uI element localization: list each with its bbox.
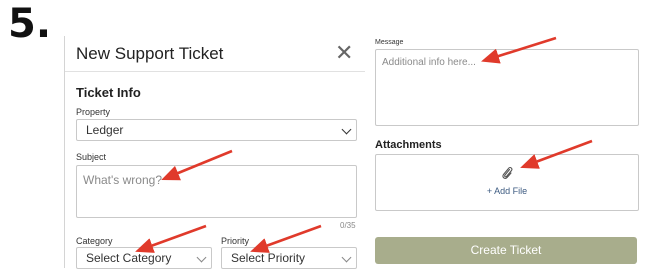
subject-input[interactable]: What's wrong? xyxy=(76,165,357,218)
new-ticket-panel: New Support Ticket ✕ Ticket Info Propert… xyxy=(64,36,365,269)
category-label: Category xyxy=(76,236,113,246)
property-select[interactable]: Ledger xyxy=(76,119,357,141)
create-ticket-button[interactable]: Create Ticket xyxy=(375,237,637,264)
section-title-ticket-info: Ticket Info xyxy=(76,85,141,100)
priority-value: Select Priority xyxy=(231,251,306,265)
add-file-link[interactable]: + Add File xyxy=(376,186,638,196)
attachment-dropzone[interactable]: + Add File xyxy=(375,154,639,211)
attachments-title: Attachments xyxy=(375,139,442,151)
chevron-down-icon xyxy=(341,124,352,135)
chevron-down-icon xyxy=(196,252,207,263)
subject-placeholder: What's wrong? xyxy=(83,173,162,187)
ticket-details-panel: Message Additional info here... Attachme… xyxy=(372,36,642,268)
paperclip-icon xyxy=(502,166,513,179)
divider xyxy=(65,71,365,72)
category-value: Select Category xyxy=(86,251,172,265)
priority-label: Priority xyxy=(221,236,250,246)
property-value: Ledger xyxy=(86,123,124,137)
chevron-down-icon xyxy=(341,252,352,263)
panel-title: New Support Ticket xyxy=(76,44,224,63)
category-select[interactable]: Select Category xyxy=(76,247,212,269)
property-label: Property xyxy=(76,107,111,117)
message-label: Message xyxy=(375,39,404,46)
close-icon[interactable]: ✕ xyxy=(335,40,353,66)
subject-label: Subject xyxy=(76,152,107,162)
priority-select[interactable]: Select Priority xyxy=(221,247,357,269)
message-placeholder: Additional info here... xyxy=(382,57,476,68)
subject-char-counter: 0/35 xyxy=(340,221,356,230)
step-number: 5. xyxy=(8,1,52,47)
message-input[interactable]: Additional info here... xyxy=(375,49,639,126)
